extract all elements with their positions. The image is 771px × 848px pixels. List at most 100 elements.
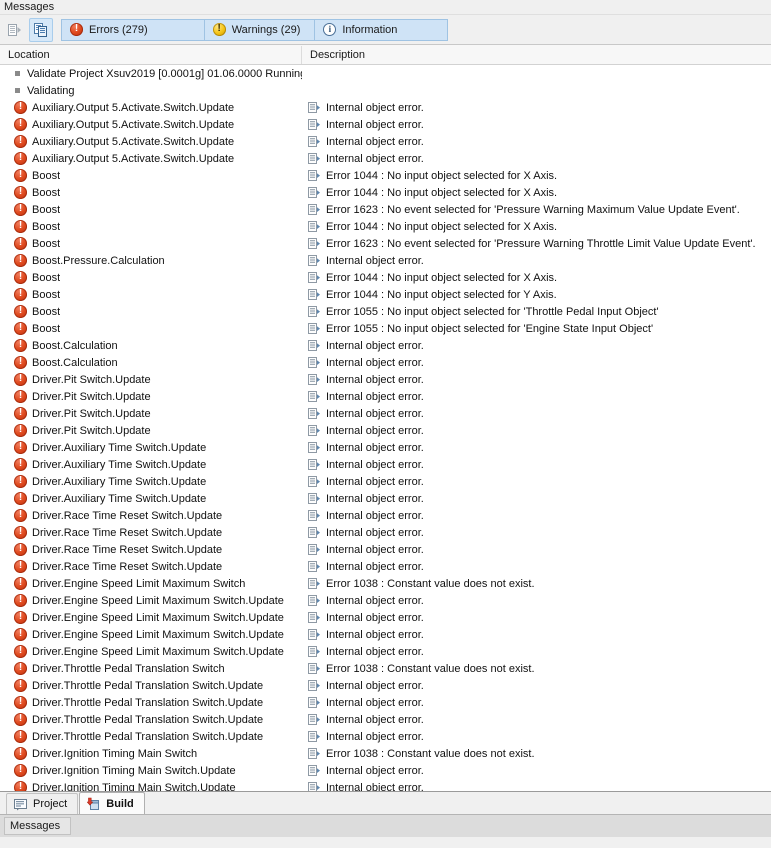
description-doc-icon: [308, 203, 320, 215]
description-text: Error 1044 : No input object selected fo…: [326, 186, 558, 199]
table-row[interactable]: Boost Error 1044 : No input object select…: [0, 286, 771, 303]
cell-description: Error 1044 : No input object selected fo…: [302, 271, 771, 284]
table-row[interactable]: Boost Error 1044 : No input object select…: [0, 218, 771, 235]
location-text: Boost.Pressure.Calculation: [32, 254, 165, 267]
table-row[interactable]: Driver.Race Time Reset Switch.Update Inte…: [0, 558, 771, 575]
cell-description: Internal object error.: [302, 424, 771, 437]
table-row[interactable]: Driver.Auxiliary Time Switch.Update Inter…: [0, 456, 771, 473]
description-text: Internal object error.: [326, 526, 424, 539]
tab-project[interactable]: Project: [6, 793, 79, 814]
expand-list-icon[interactable]: [3, 18, 27, 42]
table-row[interactable]: Auxiliary.Output 5.Activate.Switch.Updat…: [0, 150, 771, 167]
table-row[interactable]: Driver.Race Time Reset Switch.Update Inte…: [0, 541, 771, 558]
message-filter-group: Errors (279) Warnings (29) Information: [61, 18, 449, 41]
table-row[interactable]: Driver.Race Time Reset Switch.Update Inte…: [0, 507, 771, 524]
bottom-filler: [0, 837, 771, 848]
table-row[interactable]: Boost.Calculation Internal object error.: [0, 337, 771, 354]
table-row[interactable]: Driver.Engine Speed Limit Maximum Switch…: [0, 609, 771, 626]
table-row[interactable]: Boost Error 1044 : No input object select…: [0, 167, 771, 184]
table-row[interactable]: Boost.Pressure.Calculation Internal objec…: [0, 252, 771, 269]
error-icon: [14, 237, 27, 250]
table-row[interactable]: Driver.Throttle Pedal Translation Switch…: [0, 660, 771, 677]
tab-project-label: Project: [33, 798, 68, 810]
copy-icon[interactable]: [29, 17, 53, 42]
table-row[interactable]: Driver.Auxiliary Time Switch.Update Inter…: [0, 473, 771, 490]
location-text: Auxiliary.Output 5.Activate.Switch.Updat…: [32, 118, 235, 131]
messages-grid[interactable]: Validate Project Xsuv2019 [0.0001g] 01.0…: [0, 65, 771, 792]
filter-errors-button[interactable]: Errors (279): [61, 18, 204, 41]
table-row[interactable]: Driver.Engine Speed Limit Maximum Switch…: [0, 592, 771, 609]
table-row[interactable]: Boost Error 1044 : No input object select…: [0, 269, 771, 286]
status-messages-label[interactable]: Messages: [4, 817, 72, 835]
error-icon: [14, 152, 27, 165]
table-row[interactable]: Driver.Throttle Pedal Translation Switch…: [0, 711, 771, 728]
table-row[interactable]: Driver.Ignition Timing Main Switch.Updat…: [0, 762, 771, 779]
column-header-location[interactable]: Location: [0, 45, 302, 64]
error-icon: [14, 254, 27, 267]
warning-icon: [212, 22, 226, 36]
cell-location: Driver.Ignition Timing Main Switch.Updat…: [0, 781, 302, 791]
error-icon: [14, 764, 27, 777]
table-row[interactable]: Boost Error 1044 : No input object select…: [0, 184, 771, 201]
information-icon: [323, 23, 337, 36]
table-row[interactable]: Driver.Throttle Pedal Translation Switch…: [0, 677, 771, 694]
cell-location: Auxiliary.Output 5.Activate.Switch.Updat…: [0, 118, 302, 131]
description-doc-icon: [308, 628, 320, 640]
cell-location: Auxiliary.Output 5.Activate.Switch.Updat…: [0, 135, 302, 148]
table-row[interactable]: Boost Error 1623 : No event selected for …: [0, 235, 771, 252]
table-row[interactable]: Driver.Auxiliary Time Switch.Update Inter…: [0, 439, 771, 456]
table-row[interactable]: Driver.Pit Switch.Update Internal object …: [0, 371, 771, 388]
table-row[interactable]: Driver.Engine Speed Limit Maximum Switch…: [0, 626, 771, 643]
cell-description: Internal object error.: [302, 628, 771, 641]
table-row[interactable]: Driver.Race Time Reset Switch.Update Inte…: [0, 524, 771, 541]
error-icon: [14, 101, 27, 114]
description-text: Internal object error.: [326, 458, 424, 471]
table-row[interactable]: Boost Error 1623 : No event selected for …: [0, 201, 771, 218]
filter-information-button[interactable]: Information: [314, 18, 449, 41]
copy-glyph-icon: [34, 22, 47, 37]
location-text: Auxiliary.Output 5.Activate.Switch.Updat…: [32, 135, 235, 148]
table-row[interactable]: Driver.Ignition Timing Main Switch.Updat…: [0, 779, 771, 791]
cell-location: Driver.Race Time Reset Switch.Update: [0, 526, 302, 539]
table-row[interactable]: Driver.Pit Switch.Update Internal object …: [0, 388, 771, 405]
error-icon: [14, 611, 27, 624]
table-row[interactable]: Driver.Auxiliary Time Switch.Update Inter…: [0, 490, 771, 507]
tab-build[interactable]: Build: [79, 792, 145, 814]
table-row[interactable]: Driver.Ignition Timing Main Switch Error …: [0, 745, 771, 762]
table-row[interactable]: Validating: [0, 82, 771, 99]
description-doc-icon: [308, 475, 320, 487]
table-row[interactable]: Driver.Engine Speed Limit Maximum Switch…: [0, 575, 771, 592]
location-text: Driver.Pit Switch.Update: [32, 407, 151, 420]
description-doc-icon: [308, 441, 320, 453]
table-row[interactable]: Boost Error 1055 : No input object select…: [0, 320, 771, 337]
table-row[interactable]: Driver.Throttle Pedal Translation Switch…: [0, 728, 771, 745]
description-doc-icon: [308, 271, 320, 283]
table-row[interactable]: Validate Project Xsuv2019 [0.0001g] 01.0…: [0, 65, 771, 82]
table-row[interactable]: Auxiliary.Output 5.Activate.Switch.Updat…: [0, 116, 771, 133]
table-row[interactable]: Boost Error 1055 : No input object select…: [0, 303, 771, 320]
description-doc-icon: [308, 356, 320, 368]
filter-warnings-label: Warnings (29): [231, 23, 301, 36]
cell-description: Internal object error.: [302, 594, 771, 607]
description-doc-icon: [308, 492, 320, 504]
table-row[interactable]: Driver.Engine Speed Limit Maximum Switch…: [0, 643, 771, 660]
table-row[interactable]: Driver.Throttle Pedal Translation Switch…: [0, 694, 771, 711]
table-row[interactable]: Auxiliary.Output 5.Activate.Switch.Updat…: [0, 133, 771, 150]
description-doc-icon: [308, 305, 320, 317]
description-doc-icon: [308, 322, 320, 334]
column-header-description[interactable]: Description: [302, 46, 771, 64]
location-text: Driver.Race Time Reset Switch.Update: [32, 560, 223, 573]
filter-warnings-button[interactable]: Warnings (29): [203, 18, 315, 41]
description-doc-icon: [308, 611, 320, 623]
description-doc-icon: [308, 594, 320, 606]
table-row[interactable]: Driver.Pit Switch.Update Internal object …: [0, 422, 771, 439]
description-text: Internal object error.: [326, 424, 424, 437]
error-icon: [14, 305, 27, 318]
table-row[interactable]: Driver.Pit Switch.Update Internal object …: [0, 405, 771, 422]
description-doc-icon: [308, 577, 320, 589]
table-row[interactable]: Boost.Calculation Internal object error.: [0, 354, 771, 371]
description-text: Error 1044 : No input object selected fo…: [326, 169, 558, 182]
cell-location: Driver.Ignition Timing Main Switch.Updat…: [0, 764, 302, 777]
table-row[interactable]: Auxiliary.Output 5.Activate.Switch.Updat…: [0, 99, 771, 116]
location-text: Driver.Engine Speed Limit Maximum Switch…: [32, 594, 284, 607]
